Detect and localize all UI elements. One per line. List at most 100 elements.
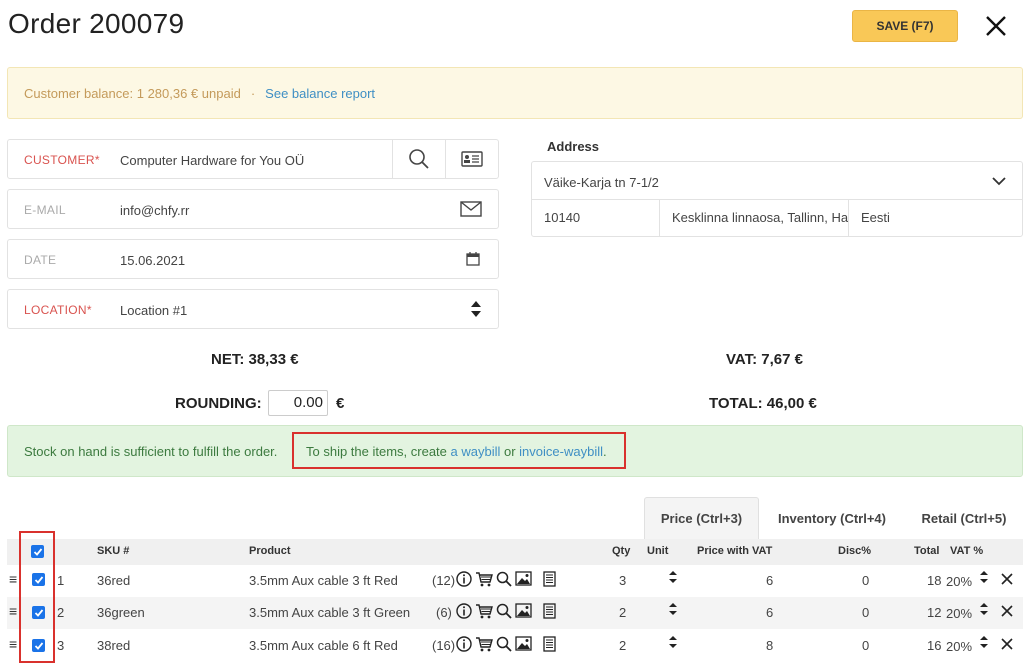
email-field[interactable]: E-MAIL info@chfy.rr <box>7 189 499 229</box>
search-icon[interactable] <box>496 636 512 652</box>
info-icon[interactable] <box>456 571 472 587</box>
document-icon[interactable] <box>541 571 557 587</box>
date-label: DATE <box>24 253 57 267</box>
rounding-label: ROUNDING: <box>175 395 262 412</box>
row-number: 1 <box>57 573 65 588</box>
row-sku[interactable]: 36red <box>97 573 130 588</box>
balance-report-link[interactable]: See balance report <box>265 86 375 101</box>
location-field[interactable]: LOCATION* Location #1 <box>7 289 499 329</box>
address-country[interactable]: Eesti <box>861 210 1011 225</box>
document-icon[interactable] <box>541 603 557 619</box>
vat-total: VAT: 7,67 € <box>726 351 803 368</box>
row-total: 18 <box>927 573 942 588</box>
document-icon[interactable] <box>541 636 557 652</box>
vat-select-icon[interactable] <box>980 603 988 618</box>
row-disc[interactable]: 0 <box>862 638 869 653</box>
grand-total: TOTAL: 46,00 € <box>709 395 817 412</box>
vat-select-icon[interactable] <box>980 571 988 586</box>
rounding-currency: € <box>336 395 345 412</box>
row-product[interactable]: 3.5mm Aux cable 3 ft Red <box>249 573 398 588</box>
header-vat: VAT % <box>950 545 984 557</box>
remove-row-icon[interactable] <box>1001 605 1013 620</box>
save-button[interactable]: SAVE (F7) <box>852 10 958 42</box>
sort-icon[interactable] <box>669 571 677 586</box>
email-value[interactable]: info@chfy.rr <box>120 203 189 218</box>
header-sku: SKU # <box>97 545 130 557</box>
address-area[interactable]: Kesklinna linnaosa, Tallinn, Harjumaa <box>672 210 848 225</box>
info-icon[interactable] <box>456 636 472 652</box>
sort-icon[interactable] <box>669 603 677 618</box>
image-icon[interactable] <box>515 636 532 651</box>
header-disc: Disc% <box>838 545 872 557</box>
row-price[interactable]: 6 <box>766 573 773 588</box>
sort-icon[interactable] <box>464 290 488 328</box>
row-vat[interactable]: 20% <box>946 639 972 654</box>
row-qty[interactable]: 2 <box>619 605 626 620</box>
address-box[interactable]: Väike-Karja tn 7-1/2 10140 Kesklinna lin… <box>531 161 1023 237</box>
info-icon[interactable] <box>456 603 472 619</box>
row-disc[interactable]: 0 <box>862 605 869 620</box>
cart-icon[interactable] <box>475 636 493 652</box>
row-qty[interactable]: 2 <box>619 638 626 653</box>
search-icon[interactable] <box>496 571 512 587</box>
rounding-input[interactable]: 0.00 <box>268 390 328 416</box>
table-row[interactable]: ≡ 2 36green 3.5mm Aux cable 3 ft Green (… <box>7 597 1023 629</box>
address-street: Väike-Karja tn 7-1/2 <box>544 175 659 190</box>
row-disc[interactable]: 0 <box>862 573 869 588</box>
highlight-box-checkboxes <box>19 531 55 663</box>
header-product: Product <box>249 545 291 557</box>
location-value[interactable]: Location #1 <box>120 303 187 318</box>
net-total: NET: 38,33 € <box>211 351 299 368</box>
row-price[interactable]: 8 <box>766 638 773 653</box>
row-product[interactable]: 3.5mm Aux cable 6 ft Red <box>249 638 398 653</box>
address-title: Address <box>547 139 600 154</box>
row-total: 12 <box>927 605 942 620</box>
customer-field[interactable]: CUSTOMER* Computer Hardware for You OÜ <box>7 139 499 179</box>
chevron-down-icon[interactable] <box>992 174 1006 189</box>
contact-card-icon[interactable] <box>446 140 498 178</box>
row-stock-count: (6) <box>436 605 452 620</box>
vat-select-icon[interactable] <box>980 636 988 651</box>
row-vat[interactable]: 20% <box>946 574 972 589</box>
tab-price[interactable]: Price (Ctrl+3) <box>644 497 759 539</box>
row-qty[interactable]: 3 <box>619 573 626 588</box>
tab-retail[interactable]: Retail (Ctrl+5) <box>915 497 1013 539</box>
table-row[interactable]: ≡ 3 38red 3.5mm Aux cable 6 ft Red (16) … <box>7 630 1023 662</box>
highlight-box-shipping <box>292 432 626 469</box>
drag-handle-icon[interactable]: ≡ <box>9 603 17 619</box>
envelope-icon[interactable] <box>456 190 486 228</box>
remove-row-icon[interactable] <box>1001 573 1013 588</box>
stock-text: Stock on hand is sufficient to fulfill t… <box>24 444 278 459</box>
address-zip[interactable]: 10140 <box>544 210 654 225</box>
address-street-select[interactable]: Väike-Karja tn 7-1/2 <box>532 162 1022 200</box>
row-stock-count: (16) <box>432 638 456 653</box>
remove-row-icon[interactable] <box>1001 638 1013 653</box>
customer-value[interactable]: Computer Hardware for You OÜ <box>120 153 304 168</box>
balance-separator: · <box>250 85 256 101</box>
sort-icon[interactable] <box>669 636 677 651</box>
row-price[interactable]: 6 <box>766 605 773 620</box>
cart-icon[interactable] <box>475 603 493 619</box>
image-icon[interactable] <box>515 571 532 586</box>
header-unit: Unit <box>647 545 669 557</box>
table-row[interactable]: ≡ 1 36red 3.5mm Aux cable 3 ft Red (12) … <box>7 565 1023 597</box>
cart-icon[interactable] <box>475 571 493 587</box>
row-sku[interactable]: 36green <box>97 605 145 620</box>
drag-handle-icon[interactable]: ≡ <box>9 571 17 587</box>
drag-handle-icon[interactable]: ≡ <box>9 636 17 652</box>
image-icon[interactable] <box>515 603 532 618</box>
email-label: E-MAIL <box>24 203 66 217</box>
row-sku[interactable]: 38red <box>97 638 130 653</box>
tab-inventory[interactable]: Inventory (Ctrl+4) <box>770 497 894 539</box>
calendar-icon[interactable] <box>460 240 486 278</box>
row-product[interactable]: 3.5mm Aux cable 3 ft Green <box>249 605 410 620</box>
close-icon[interactable] <box>982 12 1010 40</box>
balance-banner: Customer balance: 1 280,36 € unpaid · Se… <box>7 67 1023 119</box>
row-vat[interactable]: 20% <box>946 606 972 621</box>
table-header: SKU # Product Qty Unit Price with VAT Di… <box>7 539 1023 565</box>
date-value[interactable]: 15.06.2021 <box>120 253 185 268</box>
date-field[interactable]: DATE 15.06.2021 <box>7 239 499 279</box>
row-total: 16 <box>927 638 942 653</box>
search-icon[interactable] <box>496 603 512 619</box>
search-icon[interactable] <box>393 140 445 178</box>
